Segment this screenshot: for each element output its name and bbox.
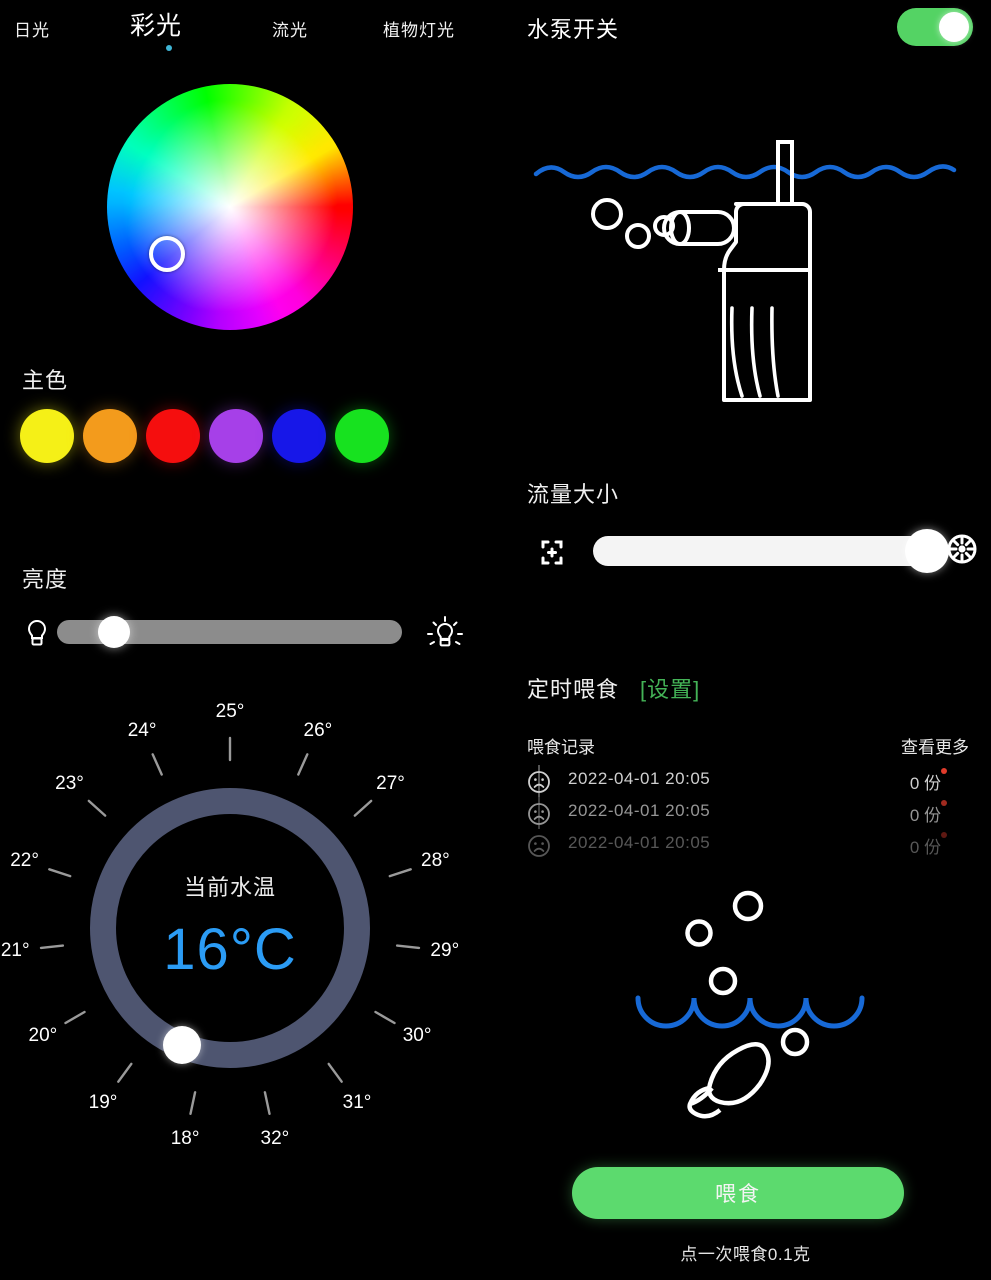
feeding-records-header: 喂食记录 — [527, 738, 595, 757]
feed-button[interactable]: 喂食 — [572, 1167, 904, 1219]
current-water-temperature-value: 16°C — [163, 917, 297, 982]
record-timestamp: 2022-04-01 20:05 — [568, 833, 711, 852]
brightness-slider[interactable] — [20, 610, 463, 654]
dial-tick-27: 27° — [376, 772, 405, 794]
light-mode-tabs: 日光 彩光 流光 植物灯光 — [0, 0, 500, 62]
tab-colorlight[interactable]: 彩光 — [130, 6, 182, 42]
sad-face-icon — [527, 770, 551, 799]
light-control-panel: 日光 彩光 流光 植物灯光 主色 亮度 当前水温 16°C 18° 19° 20… — [0, 0, 500, 1280]
tab-daylight[interactable]: 日光 — [14, 16, 50, 41]
pump-toggle-knob[interactable] — [939, 12, 969, 42]
dial-center-label: 当前水温 — [183, 875, 276, 900]
dial-tick-28: 28° — [421, 850, 450, 872]
feeding-settings-link[interactable]: [设置] — [640, 672, 700, 704]
record-quantity: 0 份 — [909, 838, 941, 857]
record-quantity: 0 份 — [909, 774, 941, 793]
active-tab-indicator-dot — [166, 45, 172, 51]
table-row[interactable]: 2022-04-01 20:05 0 份 — [524, 765, 969, 797]
dial-tick-21: 21° — [0, 939, 30, 961]
record-quantity: 0 份 — [909, 806, 941, 825]
view-more-link[interactable]: 查看更多 — [901, 733, 969, 758]
color-wheel-selector[interactable] — [149, 236, 185, 272]
dial-tick-19: 19° — [88, 1091, 118, 1113]
color-swatch-yellow[interactable] — [20, 409, 74, 463]
dial-tick-32: 32° — [260, 1128, 290, 1150]
color-swatch-list — [20, 409, 389, 463]
main-color-label: 主色 — [22, 368, 69, 393]
dial-thumb[interactable] — [163, 1026, 201, 1064]
water-pump-icon — [530, 130, 970, 410]
dial-tick-25: 25° — [215, 701, 245, 722]
pump-switch-label: 水泵开关 — [527, 17, 620, 42]
color-swatch-orange[interactable] — [83, 409, 137, 463]
bulb-dim-icon — [24, 618, 50, 653]
dial-tick-24: 24° — [127, 719, 157, 741]
color-wheel-gradient[interactable] — [107, 84, 353, 330]
pump-and-feeding-panel: 水泵开关 流量大小 定时喂食 [设置] 喂食记录 查看更多 2022-04-01… — [500, 0, 991, 1280]
dial-tick-22: 22° — [10, 850, 39, 872]
record-alert-dot — [941, 800, 947, 806]
bulb-bright-icon — [425, 616, 465, 657]
brightness-thumb[interactable] — [98, 616, 130, 648]
impeller-small-icon — [535, 536, 569, 573]
flow-track[interactable] — [593, 536, 938, 566]
table-row[interactable]: 2022-04-01 20:05 0 份 — [524, 829, 969, 861]
pump-switch-toggle[interactable] — [897, 8, 973, 46]
brightness-label: 亮度 — [22, 567, 69, 592]
color-swatch-purple[interactable] — [209, 409, 263, 463]
color-swatch-blue[interactable] — [272, 409, 326, 463]
color-swatch-red[interactable] — [146, 409, 200, 463]
tab-plantlight[interactable]: 植物灯光 — [383, 16, 455, 41]
aquarium-control-screen: 日光 彩光 流光 植物灯光 主色 亮度 当前水温 16°C 18° 19° 20… — [0, 0, 991, 1280]
dial-tick-31: 31° — [342, 1091, 372, 1113]
dial-tick-29: 29° — [430, 939, 460, 961]
record-alert-dot — [941, 768, 947, 774]
tab-flowlight[interactable]: 流光 — [272, 16, 308, 41]
scheduled-feeding-label: 定时喂食 — [527, 677, 620, 702]
sad-face-icon — [527, 834, 551, 863]
feed-note: 点一次喂食0.1克 — [680, 1245, 811, 1264]
record-timestamp: 2022-04-01 20:05 — [568, 801, 711, 820]
water-temperature-dial[interactable]: 当前水温 16°C 18° 19° 20° 21° 22° 23° 24° 25° 26° 27°… — [0, 701, 460, 1149]
dial-tick-20: 20° — [28, 1025, 58, 1046]
color-wheel[interactable] — [107, 84, 353, 330]
dial-tick-30: 30° — [402, 1025, 432, 1046]
impeller-large-icon — [945, 532, 979, 571]
record-timestamp: 2022-04-01 20:05 — [568, 769, 711, 788]
flow-size-slider[interactable] — [527, 528, 977, 574]
table-row[interactable]: 2022-04-01 20:05 0 份 — [524, 797, 969, 829]
flow-thumb[interactable] — [905, 529, 949, 573]
dial-tick-23: 23° — [55, 772, 84, 794]
sad-face-icon — [527, 802, 551, 831]
dial-tick-18: 18° — [170, 1128, 200, 1150]
record-alert-dot — [941, 832, 947, 838]
color-swatch-green[interactable] — [335, 409, 389, 463]
flow-size-label: 流量大小 — [527, 482, 620, 507]
dial-tick-26: 26° — [303, 719, 333, 741]
fish-in-water-icon — [620, 880, 890, 1130]
feeding-record-list: 2022-04-01 20:05 0 份 2022-04-01 20:05 0 … — [524, 765, 969, 861]
